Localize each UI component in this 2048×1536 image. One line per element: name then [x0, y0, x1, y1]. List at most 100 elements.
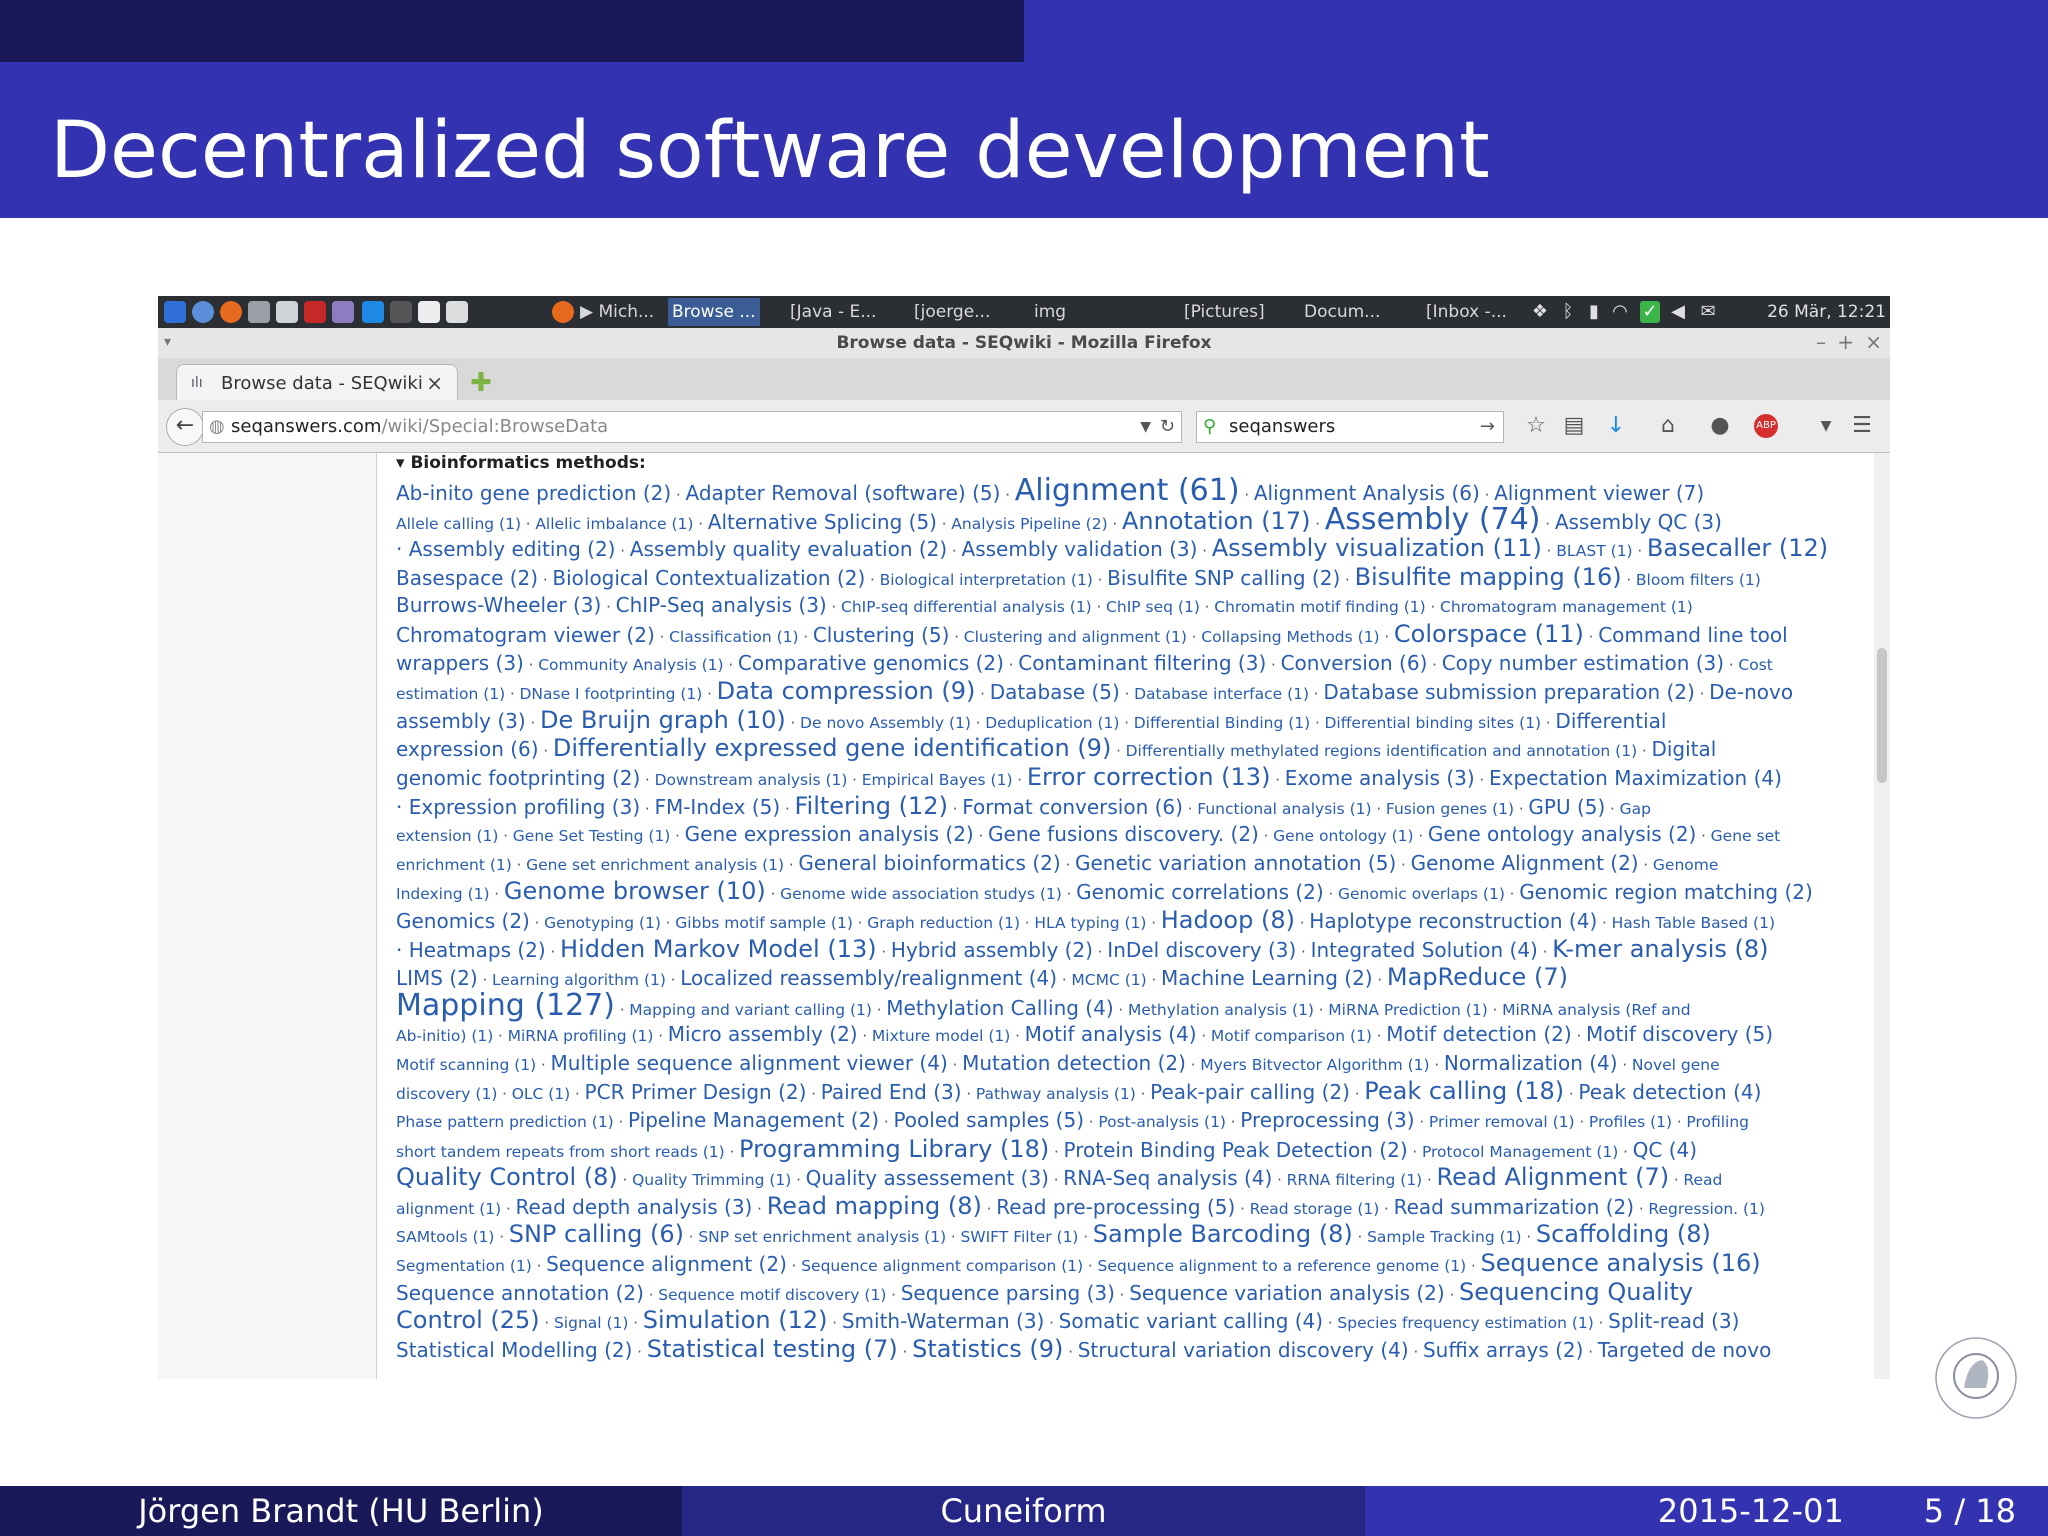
tag-link[interactable]: Assembly validation (3) — [962, 537, 1198, 561]
tag-link[interactable]: SAMtools (1) — [396, 1228, 494, 1246]
tag-link[interactable]: Signal (1) — [554, 1314, 629, 1332]
tag-link[interactable]: Targeted de novo — [1598, 1338, 1772, 1362]
search-bar[interactable]: ⚲ seqanswers → — [1196, 411, 1504, 443]
tag-link[interactable]: Localized reassembly/realignment (4) — [680, 966, 1057, 990]
tag-link[interactable]: assembly (3) — [396, 709, 526, 733]
task-item[interactable]: [Inbox -... — [1426, 302, 1507, 322]
tag-link[interactable]: Peak calling (18) — [1364, 1077, 1564, 1105]
volume-icon[interactable]: ◀ — [1668, 301, 1688, 323]
tag-link[interactable]: Read storage (1) — [1250, 1200, 1380, 1218]
tag-link[interactable]: Multiple sequence alignment viewer (4) — [551, 1051, 948, 1075]
tag-link[interactable]: Hidden Markov Model (13) — [560, 935, 877, 963]
tag-link[interactable]: Hadoop (8) — [1161, 906, 1295, 934]
tag-link[interactable]: MapReduce (7) — [1387, 963, 1568, 991]
tag-link[interactable]: Peak detection (4) — [1578, 1080, 1761, 1104]
tag-link[interactable]: Suffix arrays (2) — [1423, 1338, 1583, 1362]
search-engine-icon[interactable]: ⚲ — [1203, 412, 1216, 442]
tag-link[interactable]: Differentially methylated regions identi… — [1126, 742, 1638, 760]
reload-icon[interactable]: ↻ — [1160, 412, 1175, 442]
inkscape-icon[interactable] — [390, 301, 412, 323]
tag-link[interactable]: RRNA filtering (1) — [1287, 1171, 1423, 1189]
tag-link[interactable]: Segmentation (1) — [396, 1257, 532, 1275]
tag-link[interactable]: Filtering (12) — [794, 792, 947, 820]
tag-link[interactable]: ChIP-Seq analysis (3) — [616, 593, 827, 617]
tag-link[interactable]: Protein Binding Peak Detection (2) — [1064, 1138, 1408, 1162]
tag-link[interactable]: Sample Tracking (1) — [1367, 1228, 1521, 1246]
firefox-icon[interactable] — [220, 301, 242, 323]
tag-link[interactable]: Annotation (17) — [1122, 507, 1311, 535]
tag-link[interactable]: Micro assembly (2) — [668, 1022, 858, 1046]
adblock-dropdown-icon[interactable]: ▼ — [1812, 412, 1840, 440]
tag-link[interactable]: Clustering and alignment (1) — [964, 628, 1187, 646]
new-tab-icon[interactable]: ✚ — [470, 368, 492, 398]
battery-icon[interactable]: ▮ — [1584, 301, 1604, 323]
tag-link[interactable]: Assembly quality evaluation (2) — [630, 537, 947, 561]
tag-link[interactable]: BLAST (1) — [1556, 542, 1632, 560]
tag-link[interactable]: ChIP-seq differential analysis (1) — [841, 598, 1092, 616]
tag-link[interactable]: QC (4) — [1633, 1138, 1697, 1162]
tag-link[interactable]: Gap — [1620, 800, 1651, 818]
tag-link[interactable]: Statistics (9) — [912, 1335, 1063, 1363]
tag-link[interactable]: Basespace (2) — [396, 566, 538, 590]
tag-link[interactable]: Sequence parsing (3) — [901, 1281, 1115, 1305]
tag-link[interactable]: Genetic variation annotation (5) — [1075, 851, 1396, 875]
tag-link[interactable]: · Expression profiling (3) — [396, 795, 640, 819]
tag-link[interactable]: Burrows-Wheeler (3) — [396, 593, 601, 617]
tag-link[interactable]: Community Analysis (1) — [538, 656, 723, 674]
tag-link[interactable]: MiRNA analysis (Ref and — [1502, 1001, 1690, 1019]
tag-link[interactable]: Genomic region matching (2) — [1519, 880, 1813, 904]
tag-link[interactable]: Preprocessing (3) — [1240, 1108, 1414, 1132]
tag-link[interactable]: alignment (1) — [396, 1200, 501, 1218]
tag-link[interactable]: Basecaller (12) — [1647, 534, 1828, 562]
tag-link[interactable]: Differential — [1555, 709, 1666, 733]
tag-link[interactable]: Read mapping (8) — [767, 1192, 982, 1220]
tag-link[interactable]: Read — [1683, 1171, 1722, 1189]
tag-link[interactable]: K-mer analysis (8) — [1552, 935, 1768, 963]
tag-link[interactable]: Genomics (2) — [396, 909, 530, 933]
scrollbar[interactable] — [1874, 453, 1890, 1379]
tag-link[interactable]: Gene Set Testing (1) — [513, 827, 671, 845]
tag-link[interactable]: OLC (1) — [512, 1085, 571, 1103]
tag-link[interactable]: Sequence alignment to a reference genome… — [1098, 1257, 1467, 1275]
tag-link[interactable]: Classification (1) — [669, 628, 798, 646]
tag-link[interactable]: Motif discovery (5) — [1586, 1022, 1773, 1046]
tag-link[interactable]: Gene set — [1711, 827, 1781, 845]
tag-link[interactable]: Peak-pair calling (2) — [1150, 1080, 1350, 1104]
tag-link[interactable]: General bioinformatics (2) — [798, 851, 1060, 875]
tag-link[interactable]: SNP set enrichment analysis (1) — [698, 1228, 946, 1246]
tag-link[interactable]: De novo Assembly (1) — [800, 714, 971, 732]
tag-link[interactable]: Structural variation discovery (4) — [1078, 1338, 1409, 1362]
tag-link[interactable]: InDel discovery (3) — [1107, 938, 1296, 962]
tag-link[interactable]: SNP calling (6) — [509, 1220, 684, 1248]
tag-link[interactable]: Machine Learning (2) — [1161, 966, 1373, 990]
tag-link[interactable]: Profiles (1) — [1589, 1113, 1672, 1131]
tag-link[interactable]: Protocol Management (1) — [1422, 1143, 1618, 1161]
tag-link[interactable]: Fusion genes (1) — [1386, 800, 1514, 818]
tag-link[interactable]: Functional analysis (1) — [1197, 800, 1371, 818]
tag-link[interactable]: Contaminant filtering (3) — [1018, 651, 1266, 675]
tag-link[interactable]: Collapsing Methods (1) — [1201, 628, 1379, 646]
tag-link[interactable]: Genome wide association studys (1) — [780, 885, 1062, 903]
tag-link[interactable]: Biological Contextualization (2) — [552, 566, 865, 590]
task-item[interactable]: [Java - E... — [790, 302, 876, 322]
wifi-icon[interactable]: ◠ — [1610, 301, 1630, 323]
folder-icon[interactable] — [248, 301, 270, 323]
tab-browse-data[interactable]: ılı Browse data - SEQwiki × — [176, 364, 458, 401]
tag-link[interactable]: Quality Trimming (1) — [632, 1171, 791, 1189]
download-icon[interactable]: ↓ — [1602, 412, 1630, 440]
chat-icon[interactable]: ● — [1706, 412, 1734, 440]
hamburger-menu-icon[interactable]: ☰ — [1848, 412, 1876, 440]
tag-link[interactable]: Genomic overlaps (1) — [1338, 885, 1505, 903]
skype-icon[interactable] — [362, 301, 384, 323]
tag-link[interactable]: Sequence variation analysis (2) — [1129, 1281, 1444, 1305]
tag-link[interactable]: Colorspace (11) — [1394, 620, 1584, 648]
section-heading[interactable]: ▾ Bioinformatics methods: — [396, 453, 646, 473]
tag-link[interactable]: Copy number estimation (3) — [1442, 651, 1724, 675]
tag-link[interactable]: MiRNA Prediction (1) — [1328, 1001, 1487, 1019]
tag-link[interactable]: discovery (1) — [396, 1085, 497, 1103]
dropbox-icon[interactable]: ❖ — [1530, 301, 1550, 323]
tag-link[interactable]: Sequence motif discovery (1) — [658, 1286, 886, 1304]
tag-link[interactable]: Pipeline Management (2) — [628, 1108, 879, 1132]
tag-link[interactable]: Sequence alignment comparison (1) — [801, 1257, 1083, 1275]
tag-link[interactable]: LIMS (2) — [396, 966, 478, 990]
